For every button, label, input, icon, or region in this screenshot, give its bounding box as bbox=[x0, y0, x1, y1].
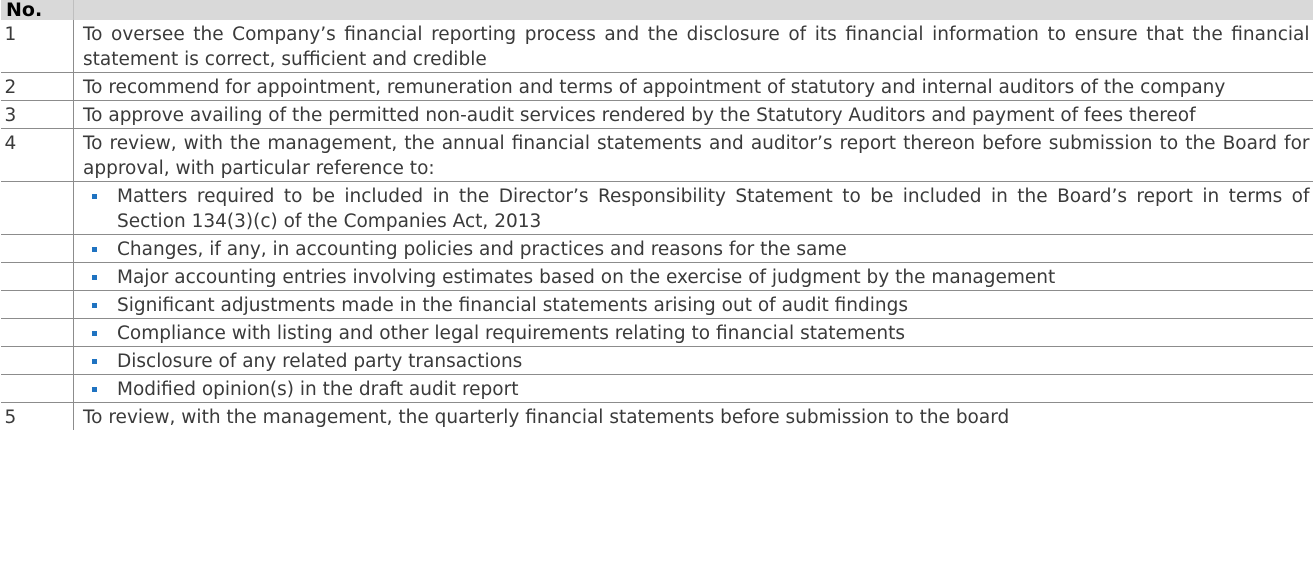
row-text-cell: Major accounting entries involving estim… bbox=[73, 262, 1313, 291]
row-text-cell: To review, with the management, the annu… bbox=[73, 128, 1313, 182]
bullet-row: Matters required to be included in the D… bbox=[0, 181, 1313, 235]
bullet-text: Matters required to be included in the D… bbox=[117, 186, 1310, 232]
row-number: 4 bbox=[0, 128, 74, 182]
square-bullet-icon bbox=[92, 331, 97, 336]
table-header-row: No. bbox=[0, 0, 1313, 20]
row-number bbox=[0, 318, 74, 347]
bullet-text: Modified opinion(s) in the draft audit r… bbox=[117, 379, 519, 400]
row-text-cell: Significant adjustments made in the fina… bbox=[73, 290, 1313, 319]
table-row: 2 To recommend for appointment, remunerat… bbox=[0, 72, 1313, 101]
bullet-row: Disclosure of any related party transact… bbox=[0, 346, 1313, 375]
header-text bbox=[73, 0, 1313, 20]
bullet-text: Compliance with listing and other legal … bbox=[117, 323, 905, 344]
table-row: 5 To review, with the management, the qua… bbox=[0, 402, 1313, 430]
square-bullet-icon bbox=[92, 387, 97, 392]
row-number bbox=[0, 290, 74, 319]
bullet-row: Changes, if any, in accounting policies … bbox=[0, 234, 1313, 263]
table-body: 1 To oversee the Company’s financial repo… bbox=[0, 20, 1313, 430]
bullet-row: Compliance with listing and other legal … bbox=[0, 318, 1313, 347]
bullet-item: Significant adjustments made in the fina… bbox=[92, 293, 1310, 318]
row-text-cell: Matters required to be included in the D… bbox=[73, 181, 1313, 235]
square-bullet-icon bbox=[92, 359, 97, 364]
square-bullet-icon bbox=[92, 275, 97, 280]
bullet-text: Major accounting entries involving estim… bbox=[117, 267, 1056, 288]
bullet-item: Disclosure of any related party transact… bbox=[92, 349, 1310, 374]
row-text-cell: Modified opinion(s) in the draft audit r… bbox=[73, 374, 1313, 403]
row-number bbox=[0, 234, 74, 263]
row-number bbox=[0, 181, 74, 235]
table-row: 4 To review, with the management, the ann… bbox=[0, 128, 1313, 182]
bullet-row: Major accounting entries involving estim… bbox=[0, 262, 1313, 291]
row-number: 2 bbox=[0, 72, 74, 101]
row-text-cell: Compliance with listing and other legal … bbox=[73, 318, 1313, 347]
row-number: 5 bbox=[0, 402, 74, 430]
row-number bbox=[0, 374, 74, 403]
row-text-cell: To oversee the Company’s financial repor… bbox=[73, 20, 1313, 73]
bullet-item: Major accounting entries involving estim… bbox=[92, 265, 1310, 290]
bullet-item: Changes, if any, in accounting policies … bbox=[92, 237, 1310, 262]
row-number: 1 bbox=[0, 20, 74, 73]
square-bullet-icon bbox=[92, 194, 97, 199]
row-text-cell: To approve availing of the permitted non… bbox=[73, 100, 1313, 129]
row-text-cell: To review, with the management, the quar… bbox=[83, 407, 1010, 428]
square-bullet-icon bbox=[92, 303, 97, 308]
bullet-row: Modified opinion(s) in the draft audit r… bbox=[0, 374, 1313, 403]
bullet-item: Compliance with listing and other legal … bbox=[92, 321, 1310, 346]
row-number: 3 bbox=[0, 100, 74, 129]
table-row: 3 To approve availing of the permitted no… bbox=[0, 100, 1313, 129]
table-row: 1 To oversee the Company’s financial repo… bbox=[0, 20, 1313, 73]
bullet-text: Disclosure of any related party transact… bbox=[117, 351, 523, 372]
bullet-text: Significant adjustments made in the fina… bbox=[117, 295, 909, 316]
row-number bbox=[0, 346, 74, 375]
bullet-item: Modified opinion(s) in the draft audit r… bbox=[92, 377, 1310, 402]
bullet-item: Matters required to be included in the D… bbox=[92, 184, 1310, 234]
square-bullet-icon bbox=[92, 247, 97, 252]
row-text-cell: To recommend for appointment, remunerati… bbox=[73, 72, 1313, 101]
row-number bbox=[0, 262, 74, 291]
audit-committee-terms-table: No. 1 To oversee the Company’s financial … bbox=[0, 0, 1313, 430]
row-text-cell: Disclosure of any related party transact… bbox=[73, 346, 1313, 375]
header-no: No. bbox=[0, 0, 74, 20]
row-text-cell: Changes, if any, in accounting policies … bbox=[73, 234, 1313, 263]
bullet-text: Changes, if any, in accounting policies … bbox=[117, 239, 847, 260]
bullet-row: Significant adjustments made in the fina… bbox=[0, 290, 1313, 319]
